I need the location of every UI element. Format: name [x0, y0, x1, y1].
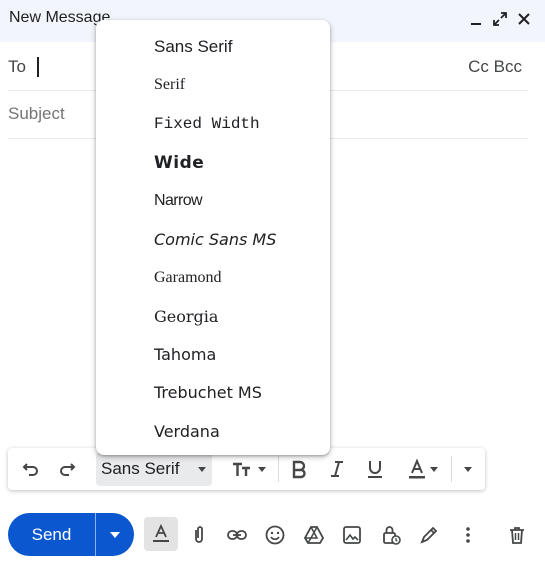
schedule-send-button[interactable] — [96, 513, 134, 556]
chevron-down-icon — [110, 531, 120, 538]
undo-icon[interactable] — [20, 457, 42, 481]
to-label: To — [8, 57, 26, 76]
send-button-group: Send — [8, 513, 134, 556]
link-icon[interactable] — [224, 522, 250, 548]
window-controls — [467, 10, 533, 28]
chevron-down-icon — [198, 467, 206, 472]
font-option-trebuchet[interactable]: Trebuchet MS — [154, 383, 262, 402]
confidential-icon[interactable] — [378, 522, 404, 548]
subject-placeholder: Subject — [8, 104, 65, 123]
font-option-sans-serif[interactable]: Sans Serif — [154, 37, 232, 57]
font-option-wide[interactable]: Wide — [154, 153, 204, 173]
formatting-options-icon[interactable] — [144, 517, 178, 551]
chevron-down-icon — [464, 466, 472, 472]
attach-icon[interactable] — [186, 522, 212, 548]
text-caret — [37, 57, 39, 77]
font-option-fixed-width[interactable]: Fixed Width — [154, 115, 260, 133]
font-option-garamond[interactable]: Garamond — [154, 269, 222, 287]
chevron-down-icon — [429, 466, 438, 472]
font-option-tahoma[interactable]: Tahoma — [154, 345, 216, 364]
more-formatting-icon[interactable] — [459, 457, 477, 481]
redo-icon[interactable] — [56, 457, 78, 481]
drive-icon[interactable] — [301, 522, 327, 548]
font-family-menu: Sans Serif Serif Fixed Width Wide Narrow… — [96, 20, 330, 455]
italic-icon[interactable] — [326, 457, 348, 481]
photo-icon[interactable] — [339, 522, 365, 548]
text-size-icon[interactable] — [226, 457, 270, 481]
discard-icon[interactable] — [504, 522, 530, 548]
expand-icon[interactable] — [491, 10, 509, 28]
font-option-serif[interactable]: Serif — [154, 76, 185, 94]
chevron-down-icon — [257, 466, 266, 472]
send-button[interactable]: Send — [8, 513, 95, 556]
more-options-icon[interactable] — [455, 522, 481, 548]
font-option-verdana[interactable]: Verdana — [154, 422, 220, 441]
close-icon[interactable] — [515, 10, 533, 28]
cc-bcc-link[interactable]: Cc Bcc — [468, 57, 522, 77]
font-family-select[interactable]: Sans Serif — [96, 452, 212, 486]
bold-icon[interactable] — [288, 457, 310, 481]
emoji-icon[interactable] — [262, 522, 288, 548]
font-option-georgia[interactable]: Georgia — [154, 307, 218, 326]
font-option-narrow[interactable]: Narrow — [154, 192, 203, 210]
compose-title: New Message — [9, 9, 111, 26]
font-option-comic-sans[interactable]: Comic Sans MS — [154, 230, 276, 249]
signature-icon[interactable] — [416, 522, 442, 548]
toolbar-divider — [278, 456, 279, 482]
font-select-value: Sans Serif — [101, 459, 180, 478]
minimize-icon[interactable] — [467, 10, 485, 28]
toolbar-divider — [451, 456, 452, 482]
underline-icon[interactable] — [364, 457, 386, 481]
text-color-icon[interactable] — [402, 457, 442, 481]
